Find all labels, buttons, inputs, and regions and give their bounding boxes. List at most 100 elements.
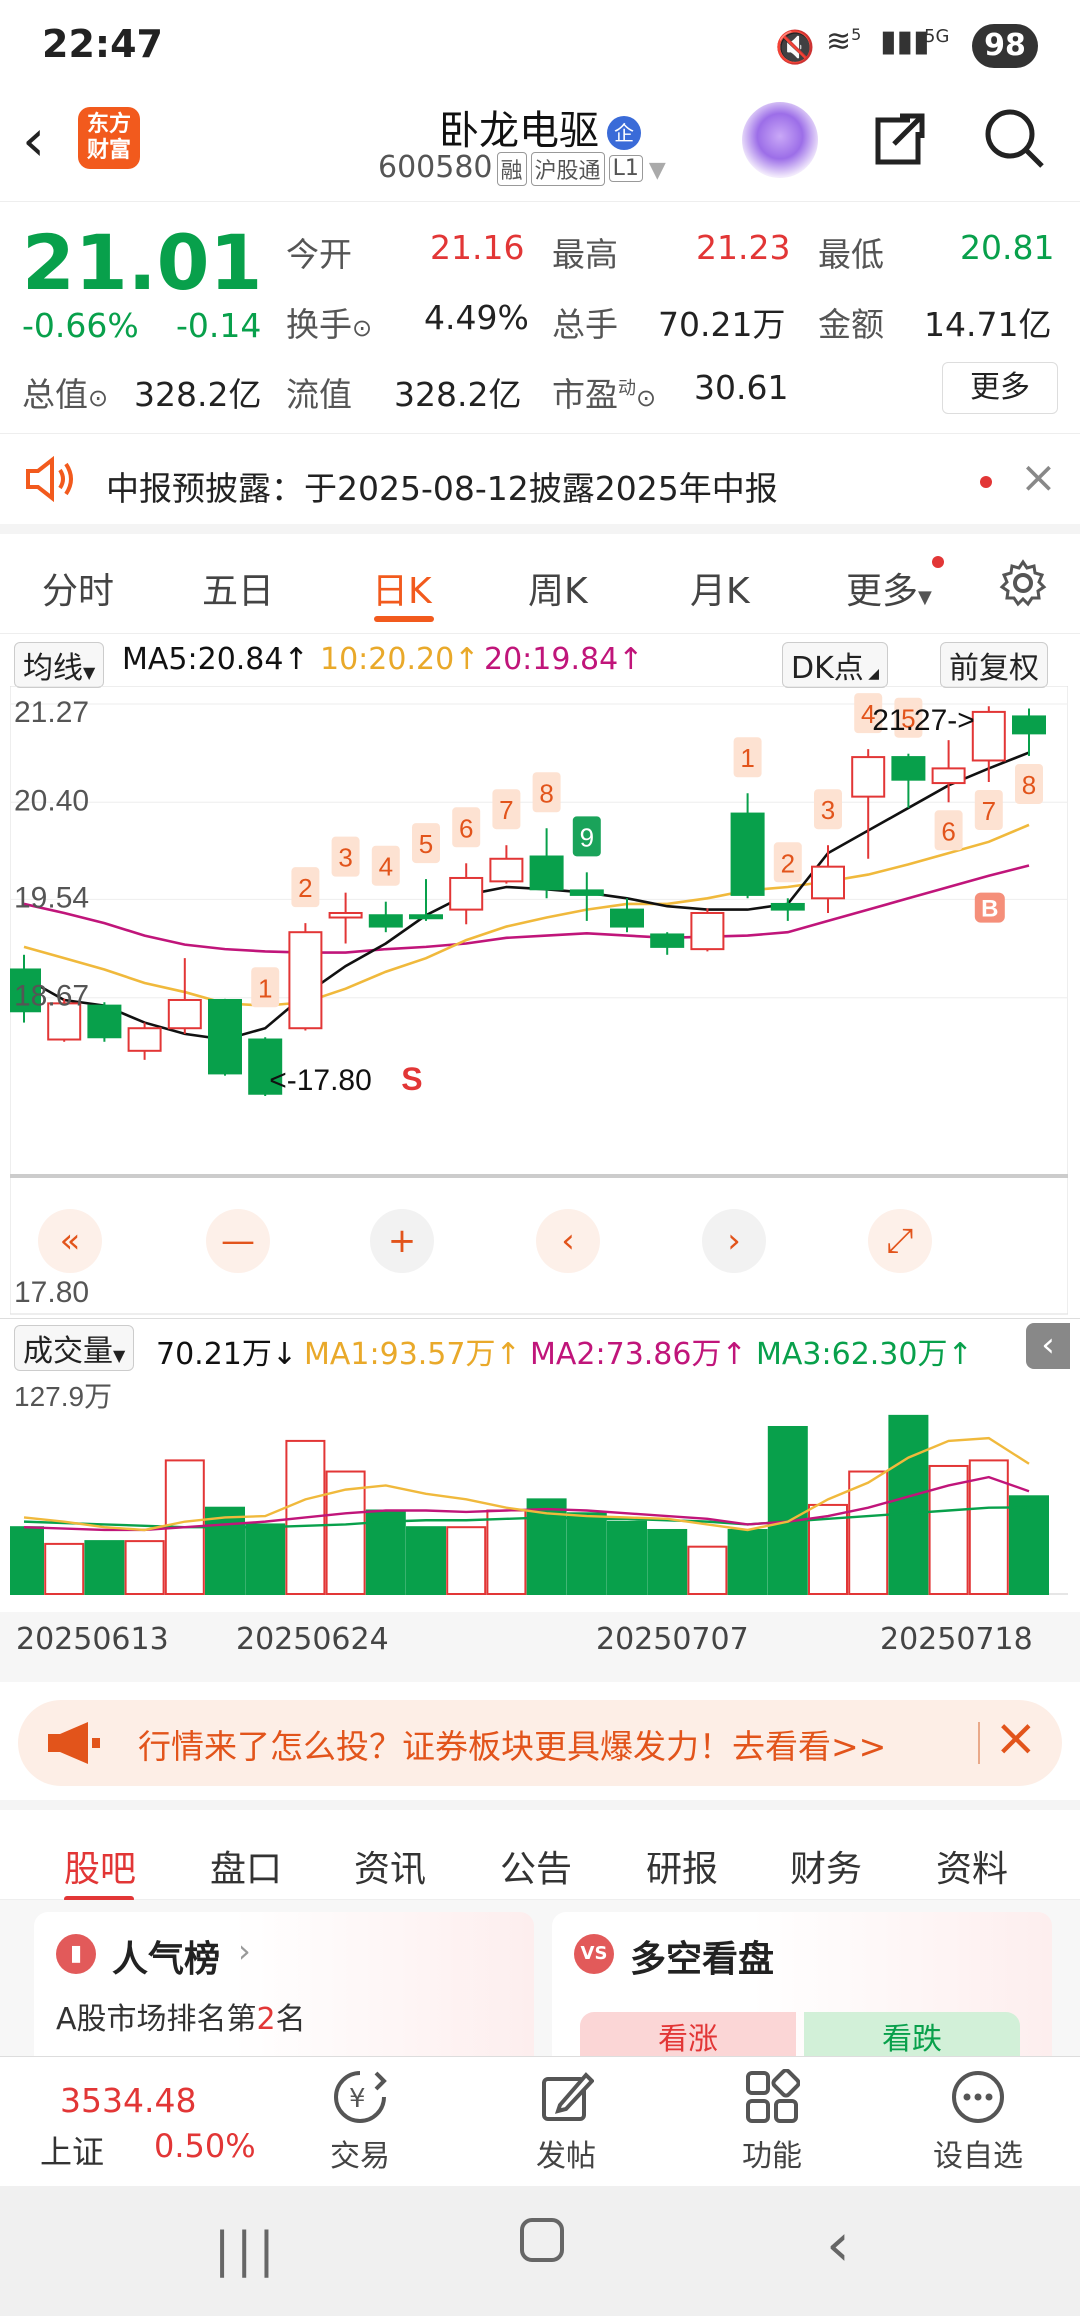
promo-banner[interactable]: 行情来了怎么投？证券板块更具爆发力！去看看>> × — [18, 1700, 1062, 1786]
volume-bar — [647, 1528, 688, 1595]
tab-news[interactable]: 资讯 — [354, 1840, 426, 1892]
candle-body — [770, 902, 805, 911]
chevron-down-icon[interactable]: ▼ — [649, 158, 666, 183]
candle-body — [1012, 715, 1046, 735]
sequence-number: 6 — [459, 813, 473, 843]
prev-icon[interactable]: ‹ — [536, 1209, 600, 1273]
rewind-icon[interactable]: « — [38, 1209, 102, 1273]
tab-finance[interactable]: 财务 — [790, 1840, 862, 1892]
y-axis-label: 21.27 — [14, 696, 89, 729]
popularity-card[interactable]: ▮ 人气榜 › A股市场排名第2名 — [34, 1912, 534, 2072]
nav-functions[interactable]: 功能 — [702, 2057, 842, 2187]
sequence-number: 1 — [740, 743, 754, 773]
amount-label: 金额 — [818, 305, 884, 344]
ma-selector[interactable]: 均线▼ — [14, 642, 105, 688]
trade-icon: ¥ — [334, 2071, 387, 2123]
float-label: 流值 — [286, 375, 352, 414]
recent-apps-icon[interactable]: ||| — [214, 2222, 281, 2278]
sequence-number: 6 — [941, 816, 955, 846]
tab-guba[interactable]: 股吧 — [64, 1840, 136, 1892]
amount-value: 14.71亿 — [924, 305, 1052, 344]
divider — [978, 1722, 980, 1764]
tab-pankou[interactable]: 盘口 — [210, 1840, 282, 1892]
candle-body — [328, 911, 363, 919]
volume-bar — [566, 1512, 607, 1595]
long-short-card[interactable]: VS 多空看盘 看涨 看跌 — [552, 1912, 1052, 2072]
more-button[interactable]: 更多 — [942, 362, 1058, 414]
tab-monthly-k[interactable]: 月K — [690, 562, 750, 614]
date-label: 20250613 — [16, 1622, 169, 1657]
speaker-icon — [26, 456, 73, 502]
tab-research[interactable]: 研报 — [646, 1840, 718, 1892]
home-icon[interactable] — [520, 2218, 564, 2262]
gear-icon[interactable] — [998, 558, 1048, 608]
info-icon: ⊙ — [352, 314, 373, 342]
y-axis-label: 18.67 — [14, 980, 89, 1013]
candle-body — [931, 767, 966, 785]
max-price-label: 21.27-> — [872, 704, 975, 737]
sequence-number: 1 — [258, 973, 272, 1003]
volume-chart[interactable]: 127.9万 — [10, 1372, 1068, 1612]
tab-announcements[interactable]: 公告 — [500, 1840, 572, 1892]
tab-profile[interactable]: 资料 — [936, 1840, 1008, 1892]
chart-header: 均线▼ MA5:20.84↑ 10:20.20↑ 20:19.84↑ DK点 ◢… — [0, 636, 1080, 688]
mcap-label: 总值⊙ — [22, 375, 109, 414]
volume-bar — [44, 1542, 85, 1596]
tab-more[interactable]: 更多▼ — [846, 562, 932, 614]
pe-label: 市盈动⊙ — [552, 375, 657, 414]
volume-axis-max: 127.9万 — [14, 1381, 112, 1412]
kline-chart[interactable]: 123 4567891234 5678 21.2720.4019.5418.6717… — [10, 686, 1068, 1316]
feed-tabs: 股吧 盘口 资讯 公告 研报 财务 资料 — [0, 1800, 1080, 1902]
notice-text: 中报预披露：于2025-08-12披露2025年中报 — [106, 469, 778, 508]
vol-ma2-label: MA2:73.86万↑ — [530, 1337, 747, 1372]
feature-cards: ▮ 人气榜 › A股市场排名第2名 VS 多空看盘 看涨 看跌 — [0, 1900, 1080, 2072]
notice-bar[interactable]: 中报预披露：于2025-08-12披露2025年中报 × — [0, 434, 1080, 534]
tag-connect: 沪股通 — [530, 151, 605, 186]
nav-post[interactable]: 发帖 — [496, 2057, 636, 2187]
tab-daily-k[interactable]: 日K — [372, 562, 432, 614]
adjust-selector[interactable]: 前复权 — [940, 642, 1048, 688]
search-icon[interactable] — [980, 104, 1050, 174]
share-icon[interactable] — [866, 106, 932, 172]
next-icon[interactable]: › — [702, 1209, 766, 1273]
collapse-left-icon[interactable]: ‹ — [1026, 1323, 1070, 1369]
candle-body — [569, 889, 604, 896]
float-value: 328.2亿 — [394, 375, 522, 414]
volume-selector[interactable]: 成交量▼ — [14, 1325, 135, 1371]
banner-text: 行情来了怎么投？证券板块更具爆发力！去看看>> — [138, 1727, 887, 1766]
system-nav-bar: ||| ‹ — [0, 2186, 1080, 2316]
tag-margin: 融 — [496, 151, 527, 186]
svg-text:¥: ¥ — [349, 2084, 366, 2114]
ma10-label: 10:20.20↑ — [320, 642, 480, 677]
back-nav-icon[interactable]: ‹ — [826, 2210, 850, 2280]
dk-selector[interactable]: DK点 ◢ — [782, 642, 888, 688]
change-amount: -0.14 — [176, 306, 262, 345]
sequence-number: 8 — [1022, 770, 1036, 800]
tab-five-day[interactable]: 五日 — [202, 562, 274, 614]
tab-weekly-k[interactable]: 周K — [528, 562, 588, 614]
zoom-in-icon[interactable]: + — [370, 1209, 434, 1273]
sequence-number: 3 — [821, 795, 835, 825]
vol-ma1-label: MA1:93.57万↑ — [304, 1337, 521, 1372]
volume-label: 总手 — [552, 305, 618, 344]
nav-trade[interactable]: ¥ 交易 — [290, 2057, 430, 2187]
candle-body — [971, 710, 1006, 762]
zoom-out-icon[interactable]: — — [206, 1209, 270, 1273]
close-icon[interactable]: × — [1020, 452, 1057, 503]
index-value[interactable]: 3534.48 — [60, 2081, 196, 2120]
popularity-rank: A股市场排名第2名 — [56, 2002, 306, 2037]
volume-current: 70.21万↓ — [156, 1337, 298, 1372]
wifi-icon: ≋5 — [826, 24, 862, 59]
fullscreen-icon[interactable]: ⤢ — [868, 1209, 932, 1273]
high-value: 21.23 — [696, 228, 791, 267]
y-axis-label: 19.54 — [14, 881, 89, 914]
sequence-number: 4 — [379, 852, 393, 882]
robot-avatar-icon[interactable] — [742, 102, 818, 178]
nav-watchlist[interactable]: 设自选 — [908, 2057, 1048, 2187]
tab-intraday[interactable]: 分时 — [42, 562, 114, 614]
close-icon[interactable]: × — [994, 1708, 1038, 1768]
stock-code-row: 600580 融沪股通 L1 ▼ — [378, 150, 666, 186]
index-change: 0.50% — [154, 2127, 256, 2165]
sequence-number: 3 — [338, 843, 352, 873]
popularity-icon: ▮ — [56, 1934, 96, 1974]
